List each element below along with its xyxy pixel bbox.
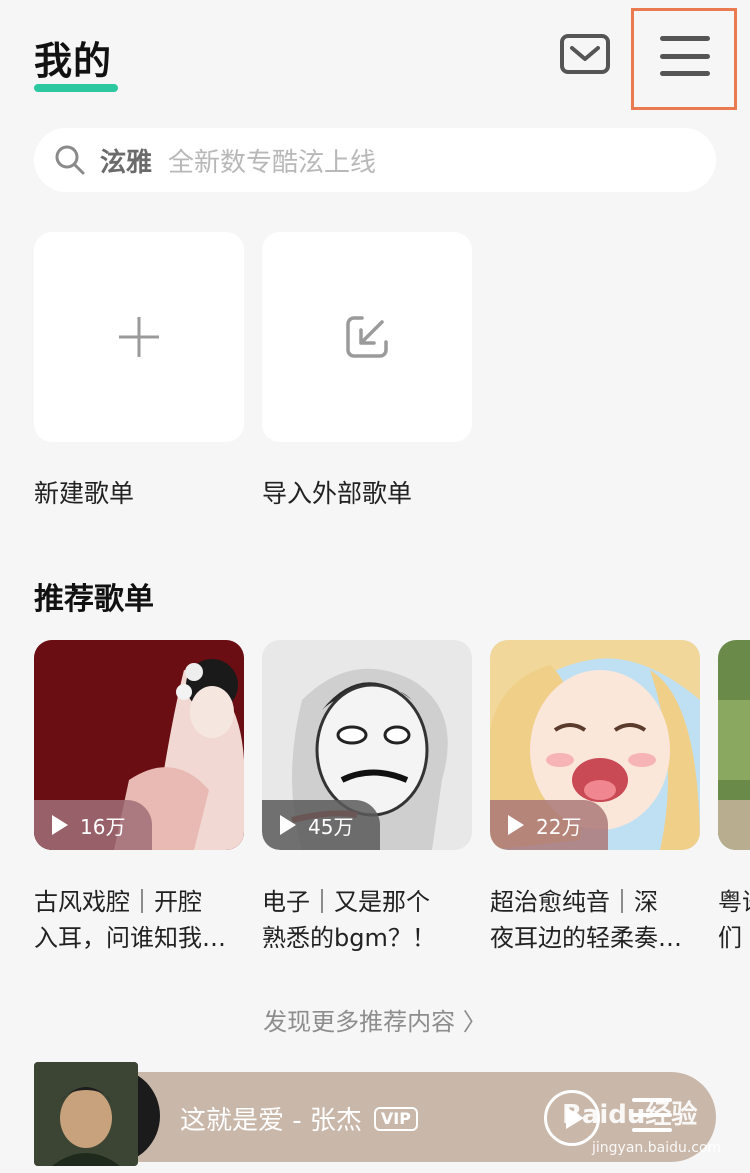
cover-image [718, 640, 750, 850]
mail-icon [560, 34, 610, 74]
search-hint: 全新数专酷泫上线 [168, 147, 377, 178]
import-playlist-label: 导入外部歌单 [262, 479, 413, 508]
playlist-card[interactable]: 22万 [490, 640, 700, 850]
search-icon [55, 145, 85, 175]
import-playlist-tile[interactable] [262, 232, 472, 442]
search-keyword: 泫雅 [100, 147, 153, 178]
page-title: 我的 [34, 39, 113, 83]
playlist-card[interactable]: 45万 [262, 640, 472, 850]
play-icon [52, 815, 68, 835]
play-count-badge: 22万 [490, 800, 608, 850]
section-title: 推荐歌单 [34, 582, 154, 617]
create-playlist-label: 新建歌单 [34, 479, 135, 508]
now-playing: 这就是爱 - 张杰 VIP [180, 1100, 418, 1137]
discover-more-link[interactable]: 发现更多推荐内容 〉 [0, 1002, 750, 1037]
album-cover-image [34, 1062, 138, 1166]
playlist-card-title[interactable]: 电子｜又是那个 熟悉的bgm？！ [262, 884, 476, 956]
plus-icon [119, 317, 159, 357]
hamburger-icon [660, 36, 710, 41]
search-bar[interactable]: 泫雅 全新数专酷泫上线 [34, 128, 716, 192]
play-count-badge: 45万 [262, 800, 380, 850]
play-count-badge: 16万 [34, 800, 152, 850]
watermark-text: Baidu经验 [562, 1100, 698, 1130]
import-icon [346, 316, 388, 358]
playlist-card-title[interactable]: 粤语 们 [718, 884, 750, 956]
playlist-card-title[interactable]: 超治愈纯音｜深 夜耳边的轻柔奏… [490, 884, 704, 956]
song-title: 这就是爱 - 张杰 [180, 1106, 362, 1136]
playlist-card[interactable]: 16万 [34, 640, 244, 850]
vip-badge: VIP [373, 1106, 418, 1131]
album-art[interactable] [34, 1062, 138, 1166]
playlist-card[interactable] [718, 640, 750, 850]
menu-button[interactable] [660, 36, 710, 76]
play-icon [508, 815, 524, 835]
play-icon [280, 815, 296, 835]
playlist-card-title[interactable]: 古风戏腔｜开腔 入耳，问谁知我… [34, 884, 248, 956]
create-playlist-tile[interactable] [34, 232, 244, 442]
watermark-url: jingyan.baidu.com [592, 1140, 722, 1156]
title-underline [34, 84, 118, 92]
message-button[interactable] [558, 30, 612, 78]
